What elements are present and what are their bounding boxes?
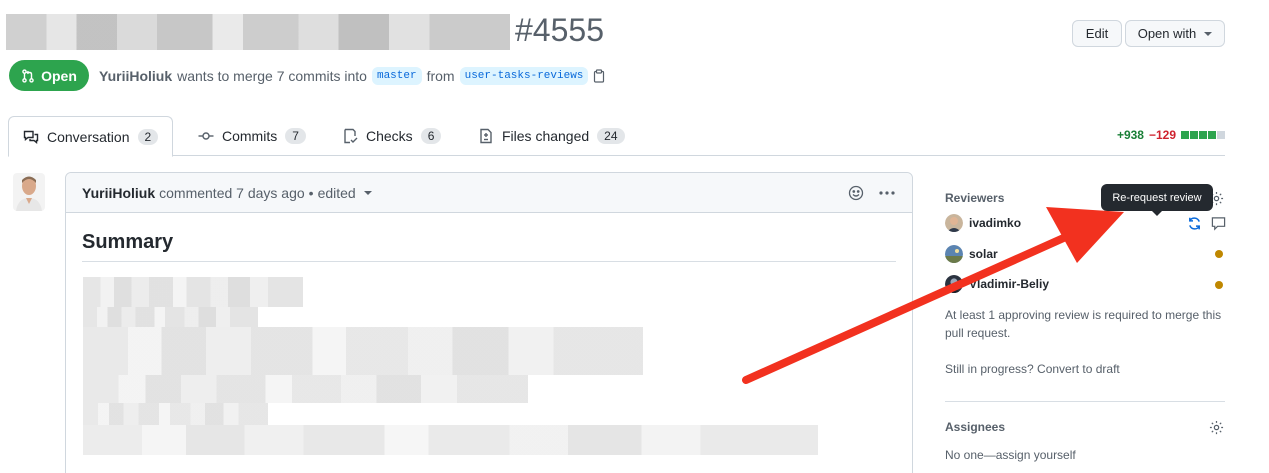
edit-button[interactable]: Edit: [1072, 20, 1122, 47]
redacted-text-block: [83, 277, 303, 307]
tab-conversation[interactable]: Conversation 2: [8, 116, 174, 157]
pending-review-dot: [1215, 250, 1223, 258]
edited-label: edited: [317, 184, 356, 201]
approval-requirement-note: At least 1 approving review is required …: [945, 308, 1222, 340]
diffstat-bar: [1190, 131, 1198, 139]
assignees-heading[interactable]: Assignees: [945, 420, 1005, 434]
avatar: [945, 214, 963, 232]
pending-review-dot: [1215, 281, 1223, 289]
sync-icon[interactable]: [1187, 216, 1202, 231]
diffstat-deletions: −129: [1148, 128, 1176, 142]
reviewer-vladimir-beliy[interactable]: Vladimir-Beliy: [945, 275, 1049, 293]
pr-author-link[interactable]: YuriiHoliuk: [99, 68, 172, 84]
pr-tabs: Conversation 2 Commits 7 Checks 6 Files …: [8, 116, 1225, 157]
open-with-label: Open with: [1137, 26, 1197, 41]
comment-discussion-icon: [23, 130, 39, 144]
pr-description-comment: YuriiHoliuk commented 7 days ago • edite…: [65, 172, 913, 473]
redacted-text-block: [83, 425, 818, 455]
tab-conversation-label: Conversation: [47, 128, 130, 145]
git-commit-icon: [198, 132, 214, 140]
tooltip-text: Re-request review: [1112, 191, 1202, 204]
smiley-icon[interactable]: [848, 185, 864, 201]
file-diff-icon: [480, 128, 492, 144]
merge-text: wants to merge 7 commits into: [177, 68, 367, 84]
gear-icon[interactable]: [1209, 420, 1224, 435]
redacted-text-block: [83, 327, 643, 375]
open-with-button[interactable]: Open with: [1125, 20, 1225, 47]
from-text: from: [426, 68, 455, 84]
chevron-down-icon: [363, 190, 372, 195]
reviewer-name: Vladimir-Beliy: [969, 277, 1050, 291]
redacted-text-block: [83, 307, 258, 327]
reviewer-solar[interactable]: solar: [945, 245, 998, 263]
tab-commits[interactable]: Commits 7: [184, 116, 320, 156]
head-branch[interactable]: user-tasks-reviews: [459, 67, 589, 85]
heading-divider: [82, 261, 896, 262]
tab-commits-label: Commits: [222, 128, 278, 144]
comment-action[interactable]: commented 7 days ago: [159, 185, 305, 201]
redacted-text-block: [83, 403, 268, 425]
reviewers-heading[interactable]: Reviewers: [945, 191, 1004, 205]
tab-commits-count: 7: [285, 128, 306, 144]
comment-author[interactable]: YuriiHoliuk: [82, 185, 155, 201]
diffstat: +938 −129: [1117, 128, 1225, 142]
diffstat-bar: [1208, 131, 1216, 139]
merge-summary: YuriiHoliuk wants to merge 7 commits int…: [99, 67, 605, 85]
comment-header: YuriiHoliuk commented 7 days ago • edite…: [66, 173, 912, 213]
summary-heading: Summary: [82, 231, 174, 253]
tab-conversation-count: 2: [137, 128, 159, 145]
pr-state-label: Open: [41, 67, 77, 84]
tab-checks-count: 6: [420, 128, 442, 144]
author-avatar[interactable]: [13, 173, 45, 211]
base-branch[interactable]: master: [371, 67, 422, 85]
diffstat-bar: [1217, 131, 1225, 139]
re-request-review-tooltip: Re-request review: [1101, 184, 1213, 216]
reviewer-name: solar: [969, 247, 998, 261]
reviewer-name: ivadimko: [969, 216, 1022, 230]
tab-files-count: 24: [597, 128, 625, 144]
comment-icon[interactable]: [1211, 216, 1226, 231]
diffstat-bar: [1199, 131, 1207, 139]
kebab-horizontal-icon[interactable]: [878, 185, 896, 201]
pr-number: #4555: [515, 12, 604, 48]
redacted-text-block: [83, 375, 528, 403]
edit-button-label: Edit: [1085, 26, 1109, 41]
chevron-down-icon: [1204, 31, 1213, 36]
comment-separator: •: [308, 184, 314, 201]
diffstat-bars: [1181, 131, 1225, 139]
git-pull-request-icon: [22, 68, 34, 83]
tab-checks-label: Checks: [366, 128, 413, 144]
assign-yourself-link[interactable]: No one—assign yourself: [945, 446, 1076, 464]
pr-state-badge: Open: [9, 60, 89, 91]
diffstat-bar: [1181, 131, 1189, 139]
convert-to-draft-link[interactable]: Still in progress? Convert to draft: [945, 360, 1120, 378]
checklist-icon: [344, 128, 358, 144]
copy-icon[interactable]: [593, 69, 605, 83]
pr-title-redacted: [6, 14, 510, 50]
edited-menu[interactable]: edited: [318, 185, 372, 201]
avatar: [945, 245, 963, 263]
reviewer-ivadimko[interactable]: ivadimko: [945, 214, 1021, 232]
avatar: [945, 275, 963, 293]
tab-files-changed[interactable]: Files changed 24: [464, 116, 639, 156]
diffstat-additions: +938: [1116, 128, 1144, 142]
sidebar-divider: [945, 401, 1225, 402]
comment-actions: [848, 185, 896, 201]
tab-checks[interactable]: Checks 6: [328, 116, 455, 156]
tab-files-label: Files changed: [502, 128, 590, 144]
